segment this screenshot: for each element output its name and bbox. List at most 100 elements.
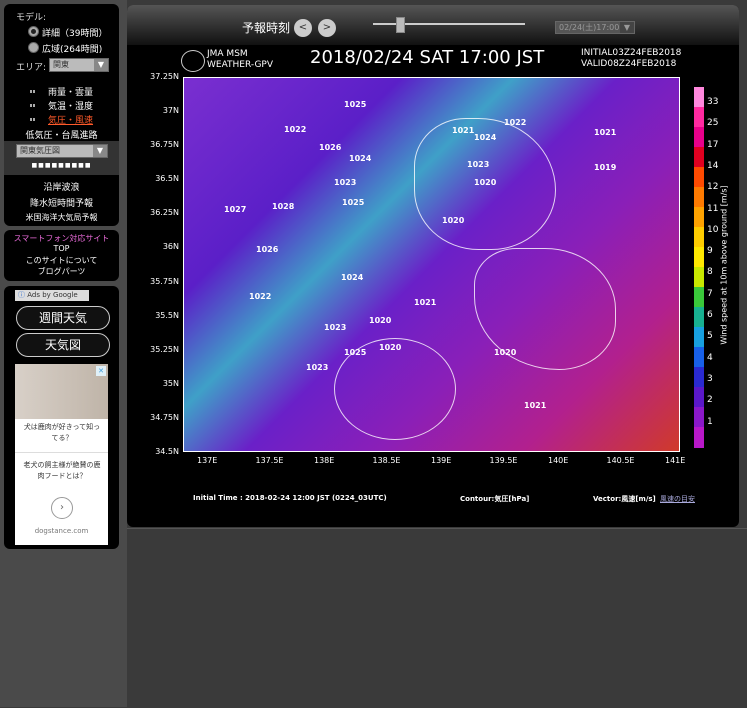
layer-rain-link[interactable]: 雨量・雲量 bbox=[48, 85, 93, 98]
isobar-label: 1024 bbox=[349, 154, 372, 163]
link-top[interactable]: TOP bbox=[4, 244, 119, 253]
lon-tick: 141E bbox=[665, 456, 686, 465]
ad-banner[interactable]: ✕ 犬は鹿肉が好きって知ってる？ 老犬の飼主様が絶賛の鹿肉フードとは？ › do… bbox=[15, 364, 108, 545]
model-wide-radio[interactable] bbox=[28, 42, 39, 53]
wind-speed-colorbar bbox=[694, 87, 704, 448]
link-precip-nowcast[interactable]: 降水短時間予報 bbox=[4, 196, 119, 209]
isobar-label: 1020 bbox=[369, 316, 392, 325]
isobar-label: 1021 bbox=[594, 128, 617, 137]
lat-tick: 36.5N bbox=[155, 174, 179, 184]
area-select-value: 関東 bbox=[53, 60, 69, 69]
colorbar-tick: 8 bbox=[707, 267, 713, 278]
bullet-icon bbox=[30, 118, 35, 121]
isobar-label: 1024 bbox=[474, 133, 497, 142]
colorbar-segment bbox=[694, 87, 704, 108]
isobar-label: 1025 bbox=[344, 100, 367, 109]
colorbar-title: Wind speed at 10m above ground [m/s] bbox=[719, 185, 729, 345]
close-icon[interactable]: ✕ bbox=[96, 366, 106, 376]
map-headline: 2018/02/24 SAT 17:00 JST bbox=[310, 47, 545, 68]
colorbar-tick: 3 bbox=[707, 373, 713, 384]
chevron-right-icon[interactable]: › bbox=[51, 497, 73, 519]
chevron-down-icon: ▼ bbox=[620, 22, 634, 33]
next-button[interactable]: > bbox=[318, 19, 336, 37]
layer-temp-link[interactable]: 気温・湿度 bbox=[48, 99, 93, 112]
layer-lowpressure-link[interactable]: 低気圧・台風進路 bbox=[4, 128, 119, 141]
isobar-label: 1021 bbox=[524, 401, 547, 410]
colorbar-segment bbox=[694, 207, 704, 228]
isobar-label: 1019 bbox=[594, 163, 617, 172]
lat-tick: 37.25N bbox=[150, 72, 179, 81]
colorbar-segment bbox=[694, 107, 704, 128]
isobar-label: 1020 bbox=[442, 216, 465, 225]
model-wide-label: 広域(264時間) bbox=[42, 45, 103, 55]
lon-tick: 140.5E bbox=[606, 456, 635, 465]
lon-tick: 137E bbox=[197, 456, 218, 465]
area-select[interactable]: 関東 ▼ bbox=[49, 58, 109, 72]
model-detail-radio[interactable] bbox=[28, 26, 39, 37]
link-smartphone[interactable]: スマートフォン対応サイト bbox=[4, 233, 119, 244]
layer-select-value: 関東気圧図 bbox=[20, 146, 60, 155]
pager-dots[interactable]: ■■■■■■■■■ bbox=[4, 162, 119, 169]
time-slider-thumb[interactable] bbox=[395, 17, 405, 33]
link-noaa-forecast[interactable]: 米国海洋大気局予報 bbox=[4, 212, 119, 223]
model-panel: モデル: 詳細（39時間） 広域(264時間) エリア: 関東 ▼ 雨量・雲量 … bbox=[4, 4, 119, 226]
weather-chart-button[interactable]: 天気図 bbox=[16, 333, 110, 357]
model-logo-text: JMA MSM WEATHER-GPV bbox=[207, 49, 274, 70]
colorbar-tick: 12 bbox=[707, 182, 719, 193]
isobar-label: 1022 bbox=[504, 118, 527, 127]
model-label: モデル: bbox=[16, 13, 47, 23]
isobar-label: 1023 bbox=[334, 178, 357, 187]
wind-guide-link[interactable]: 風速の目安 bbox=[660, 494, 695, 504]
lat-tick: 36.25N bbox=[150, 208, 179, 218]
isobar-label: 1023 bbox=[324, 323, 347, 332]
link-coastal-waves[interactable]: 沿岸波浪 bbox=[4, 180, 119, 193]
colorbar-segment bbox=[694, 187, 704, 208]
ads-panel: ⓘ Ads by Google 週間天気 天気図 ✕ 犬は鹿肉が好きって知ってる… bbox=[4, 286, 119, 549]
jma-logo-icon bbox=[181, 50, 205, 72]
time-select[interactable]: 02/24(土)17:00 ▼ bbox=[555, 21, 635, 34]
isobar-label: 1021 bbox=[414, 298, 437, 307]
link-blogparts[interactable]: ブログパーツ bbox=[4, 266, 119, 277]
isobar-label: 1025 bbox=[342, 198, 365, 207]
colorbar-segment bbox=[694, 407, 704, 428]
isobar-label: 1022 bbox=[249, 292, 272, 301]
ads-by-google[interactable]: ⓘ Ads by Google bbox=[15, 290, 89, 301]
weekly-weather-button[interactable]: 週間天気 bbox=[16, 306, 110, 330]
colorbar-tick: 11 bbox=[707, 203, 719, 214]
initial-time-text: Initial Time : 2018-02-24 12:00 JST (022… bbox=[193, 494, 387, 502]
colorbar-segment bbox=[694, 307, 704, 328]
lon-tick: 137.5E bbox=[255, 456, 284, 465]
isobar-label: 1022 bbox=[284, 125, 307, 134]
colorbar-segment bbox=[694, 427, 704, 448]
page-background bbox=[127, 528, 747, 708]
init-line-1: INITIAL03Z24FEB2018 bbox=[581, 48, 682, 58]
lat-tick: 37N bbox=[162, 106, 179, 116]
lat-tick: 35.5N bbox=[155, 310, 179, 320]
colorbar-tick: 7 bbox=[707, 288, 713, 299]
isobar-label: 1021 bbox=[452, 126, 475, 135]
forecast-viewer: 予報時刻 < > 02/24(土)17:00 ▼ JMA MSM WEATHER… bbox=[127, 5, 739, 527]
isobar-label: 1024 bbox=[341, 273, 364, 282]
layer-pressure-link[interactable]: 気圧・風速 bbox=[48, 113, 93, 126]
isobar-label: 1020 bbox=[474, 178, 497, 187]
isobar-label: 1028 bbox=[272, 202, 295, 211]
isobar-label: 1026 bbox=[256, 245, 279, 254]
layer-select[interactable]: 関東気圧図 ▼ bbox=[16, 144, 108, 158]
info-icon: ⓘ bbox=[18, 291, 25, 299]
ad-image bbox=[15, 364, 108, 419]
bullet-icon bbox=[30, 104, 35, 107]
isobar-label: 1025 bbox=[344, 348, 367, 357]
lat-tick: 34.5N bbox=[155, 447, 179, 456]
link-about[interactable]: このサイトについて bbox=[4, 255, 119, 266]
prev-button[interactable]: < bbox=[294, 19, 312, 37]
colorbar-tick: 2 bbox=[707, 395, 713, 406]
colorbar-tick: 5 bbox=[707, 331, 713, 342]
ad-text-2: 老犬の飼主様が絶賛の鹿肉フードとは？ bbox=[23, 461, 101, 480]
chevron-down-icon: ▼ bbox=[93, 145, 107, 157]
colorbar-tick: 25 bbox=[707, 118, 719, 129]
lat-tick: 36.75N bbox=[150, 140, 179, 150]
lon-tick: 140E bbox=[548, 456, 569, 465]
sidebar: モデル: 詳細（39時間） 広域(264時間) エリア: 関東 ▼ 雨量・雲量 … bbox=[0, 0, 127, 707]
colorbar-tick: 9 bbox=[707, 246, 713, 257]
bullet-icon bbox=[30, 90, 35, 93]
